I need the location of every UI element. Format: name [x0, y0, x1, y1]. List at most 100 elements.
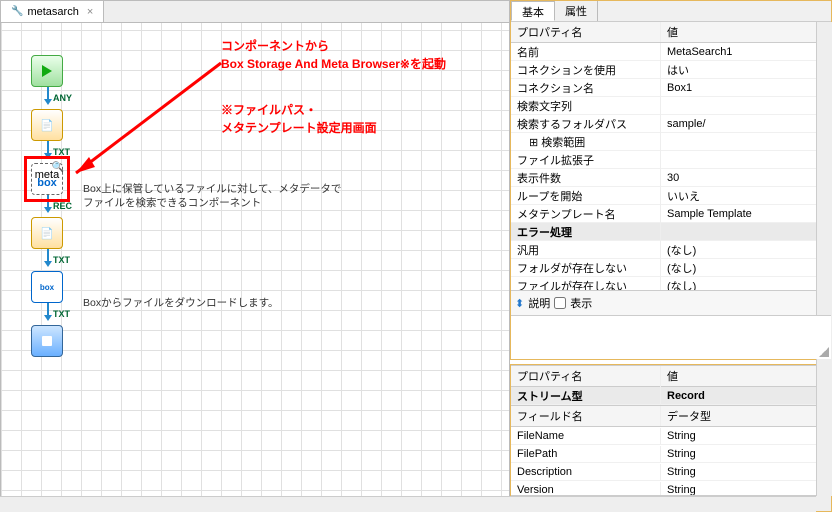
- property-value[interactable]: Box1: [661, 80, 831, 96]
- property-value[interactable]: [661, 104, 831, 108]
- property-name: 検索するフォルダパス: [511, 114, 661, 134]
- node-description: Boxからファイルをダウンロードします。: [83, 295, 279, 310]
- property-value[interactable]: [661, 140, 831, 144]
- description-text-area[interactable]: [511, 315, 831, 359]
- property-value[interactable]: (なし): [661, 240, 831, 260]
- header-data-type: データ型: [661, 406, 831, 426]
- property-value[interactable]: Sample Template: [661, 206, 831, 222]
- show-label: 表示: [570, 295, 592, 311]
- property-row[interactable]: FilePathString: [511, 445, 831, 463]
- play-icon: [42, 65, 52, 77]
- property-value[interactable]: sample/: [661, 116, 831, 132]
- property-name: 汎用: [511, 240, 661, 260]
- property-header: プロパティ名 値: [511, 21, 831, 43]
- stream-grid: プロパティ名 値 ストリーム型Record フィールド名 データ型 FileNa…: [510, 364, 832, 512]
- annotation-text: メタテンプレート設定用画面: [221, 119, 377, 136]
- property-row[interactable]: 名前MetaSearch1: [511, 43, 831, 61]
- property-name: フォルダが存在しない: [511, 258, 661, 278]
- property-name: 表示件数: [511, 168, 661, 188]
- property-row[interactable]: ストリーム型Record: [511, 387, 831, 405]
- show-description-checkbox[interactable]: [554, 297, 566, 309]
- editor-tabs: 🔧 metasarch ×: [1, 1, 509, 23]
- vertical-scrollbar[interactable]: [816, 22, 832, 496]
- tab-metasarch[interactable]: 🔧 metasarch ×: [1, 1, 104, 22]
- property-row[interactable]: エラー処理: [511, 223, 831, 241]
- property-value[interactable]: Record: [661, 388, 831, 404]
- flow-canvas[interactable]: ANY 📄 TXT 🔍 meta box REC 📄 TXT box TXT B…: [1, 23, 509, 511]
- annotation-text: コンポーネントから: [221, 37, 329, 54]
- node-box-download[interactable]: box: [31, 271, 63, 303]
- property-row[interactable]: ファイルが存在しない(なし): [511, 277, 831, 290]
- description-label: 説明: [528, 295, 550, 311]
- property-row[interactable]: ⊞ 検索範囲: [511, 133, 831, 151]
- property-value[interactable]: String: [661, 446, 831, 462]
- property-value[interactable]: String: [661, 464, 831, 480]
- tab-basic[interactable]: 基本: [511, 1, 555, 21]
- right-tabs: 基本 属性: [511, 1, 831, 21]
- property-name: ⊞ 検索範囲: [511, 132, 661, 152]
- annotation-text: Box Storage And Meta Browser※を起動: [221, 55, 446, 72]
- port-rec: REC: [53, 201, 72, 211]
- label: box: [40, 283, 54, 292]
- property-row[interactable]: FileNameString: [511, 427, 831, 445]
- property-name: 検索文字列: [511, 96, 661, 116]
- property-row[interactable]: コネクションを使用はい: [511, 61, 831, 79]
- property-value[interactable]: [661, 158, 831, 162]
- node-data-1[interactable]: 📄: [31, 109, 63, 141]
- property-row[interactable]: コネクション名Box1: [511, 79, 831, 97]
- property-row[interactable]: ループを開始いいえ: [511, 187, 831, 205]
- stream-header: プロパティ名 値: [511, 365, 831, 387]
- property-name: ファイルが存在しない: [511, 276, 661, 291]
- property-value[interactable]: 30: [661, 170, 831, 186]
- property-row[interactable]: フォルダが存在しない(なし): [511, 259, 831, 277]
- property-name: ストリーム型: [511, 386, 661, 406]
- field-rows[interactable]: FileNameStringFilePathStringDescriptionS…: [511, 427, 831, 495]
- property-row[interactable]: ファイル拡張子: [511, 151, 831, 169]
- property-row[interactable]: 検索文字列: [511, 97, 831, 115]
- property-name: FilePath: [511, 446, 661, 462]
- node-start[interactable]: [31, 55, 63, 87]
- close-icon[interactable]: ×: [87, 6, 93, 18]
- property-value[interactable]: はい: [661, 60, 831, 80]
- port-txt: TXT: [53, 309, 70, 319]
- property-value[interactable]: いいえ: [661, 186, 831, 206]
- header-field-name: フィールド名: [511, 406, 661, 426]
- property-row[interactable]: メタテンプレート名Sample Template: [511, 205, 831, 223]
- property-row[interactable]: VersionString: [511, 481, 831, 495]
- node-description: ファイルを検索できるコンポーネント: [83, 195, 261, 210]
- annotation-text: ※ファイルパス・: [221, 101, 317, 118]
- stop-icon: [42, 336, 52, 346]
- node-data-2[interactable]: 📄: [31, 217, 63, 249]
- property-value[interactable]: [661, 230, 831, 234]
- property-name: メタテンプレート名: [511, 204, 661, 224]
- property-value[interactable]: MetaSearch1: [661, 44, 831, 60]
- doc-icon: 📄: [40, 227, 54, 240]
- property-row[interactable]: 表示件数30: [511, 169, 831, 187]
- property-row[interactable]: 検索するフォルダパスsample/: [511, 115, 831, 133]
- resize-handle-icon[interactable]: [819, 347, 829, 357]
- property-name: Version: [511, 482, 661, 496]
- property-value[interactable]: String: [661, 428, 831, 444]
- horizontal-scrollbar[interactable]: [0, 496, 816, 512]
- property-row[interactable]: 汎用(なし): [511, 241, 831, 259]
- header-property-name: プロパティ名: [511, 366, 661, 386]
- connector-arrow: [43, 87, 53, 105]
- header-property-value: 値: [661, 22, 831, 42]
- expand-icon[interactable]: ⬍: [515, 297, 524, 310]
- property-value[interactable]: (なし): [661, 258, 831, 278]
- property-row[interactable]: DescriptionString: [511, 463, 831, 481]
- header-property-name: プロパティ名: [511, 22, 661, 42]
- property-name: Description: [511, 464, 661, 480]
- property-name: ループを開始: [511, 186, 661, 206]
- flow-icon: 🔧: [11, 6, 23, 17]
- tab-attributes[interactable]: 属性: [555, 1, 598, 21]
- property-name: エラー処理: [511, 222, 661, 242]
- properties-list[interactable]: 名前MetaSearch1コネクションを使用はいコネクション名Box1検索文字列…: [511, 43, 831, 290]
- node-description: Box上に保管しているファイルに対して、メタデータで: [83, 181, 341, 196]
- connector-arrow: [43, 249, 53, 267]
- node-end[interactable]: [31, 325, 63, 357]
- property-value[interactable]: (なし): [661, 276, 831, 291]
- stream-rows: ストリーム型Record: [511, 387, 831, 405]
- property-value[interactable]: String: [661, 482, 831, 496]
- doc-icon: 📄: [40, 119, 54, 132]
